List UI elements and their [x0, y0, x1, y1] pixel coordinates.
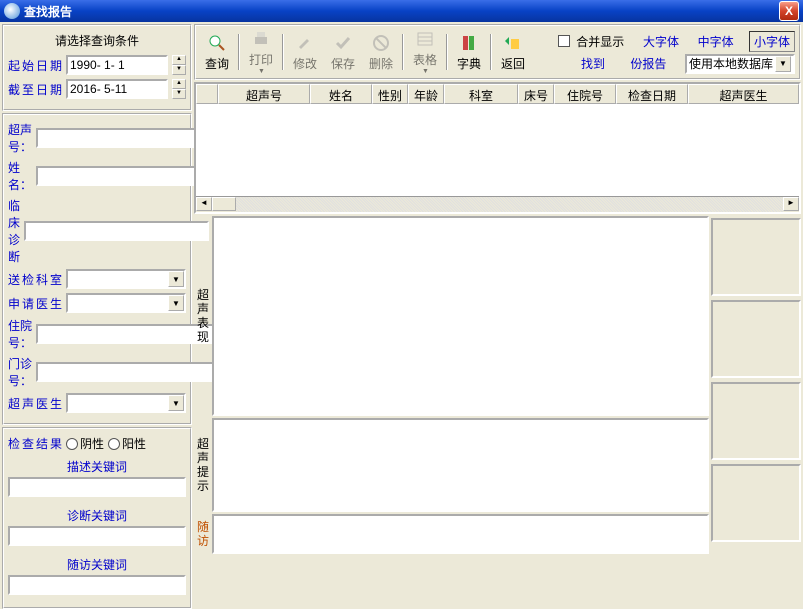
diag-label: 临床诊断 — [8, 197, 20, 265]
findings-textarea[interactable] — [212, 216, 709, 416]
kw3-input[interactable] — [8, 575, 186, 595]
pos-radio[interactable]: 阳性 — [108, 435, 146, 452]
font-medium[interactable]: 中字体 — [698, 33, 734, 50]
end-date-label: 截至日期 — [8, 81, 62, 98]
table-button[interactable]: 表格▼ — [406, 30, 444, 74]
results-grid: 超声号 姓名 性别 年龄 科室 床号 住院号 检查日期 超声医生 ◄ ► — [194, 82, 801, 214]
right-area: 查询 打印▼ 修改 保存 删除 表格▼ 字典 返回 合并显示 大字体 — [194, 24, 801, 578]
grid-header: 超声号 姓名 性别 年龄 科室 床号 住院号 检查日期 超声医生 — [196, 84, 799, 104]
reqdoc-label: 申请医生 — [8, 295, 62, 312]
image-thumb-2[interactable] — [711, 300, 801, 378]
diag-input[interactable] — [24, 221, 209, 241]
edit-button[interactable]: 修改 — [286, 30, 324, 74]
start-date-input[interactable]: 1990- 1- 1 — [66, 55, 168, 75]
us-no-label: 超声号： — [8, 121, 32, 155]
block2-label: 超声提示 — [194, 418, 212, 512]
dropdown-icon[interactable]: ▼ — [168, 395, 184, 411]
save-button[interactable]: 保存 — [324, 30, 362, 74]
col-inpat[interactable]: 住院号 — [554, 84, 616, 104]
result-label: 检查结果 — [8, 435, 62, 452]
image-thumb-1[interactable] — [711, 218, 801, 296]
font-large[interactable]: 大字体 — [643, 33, 679, 50]
kw3-label: 随访关键词 — [8, 556, 186, 573]
col-sex[interactable]: 性别 — [372, 84, 408, 104]
keywords-panel: 检查结果 阴性 阳性 描述关键词 诊断关键词 随访关键词 — [2, 427, 192, 609]
merge-label: 合并显示 — [576, 33, 624, 50]
end-date-input[interactable]: 2016- 5-11 — [66, 79, 168, 99]
search-button[interactable]: 查询 — [198, 30, 236, 74]
scroll-right-icon[interactable]: ► — [783, 197, 799, 211]
found-label: 找到 — [581, 55, 605, 72]
scroll-thumb[interactable] — [212, 197, 236, 211]
toolbar-panel: 查询 打印▼ 修改 保存 删除 表格▼ 字典 返回 合并显示 大字体 — [194, 24, 801, 80]
merge-checkbox[interactable] — [558, 35, 570, 47]
print-button[interactable]: 打印▼ — [242, 30, 280, 74]
grid-body[interactable] — [196, 104, 799, 196]
dropdown-icon[interactable]: ▼ — [775, 56, 791, 72]
inpat-label: 住院号： — [8, 317, 32, 351]
reports-label: 份报告 — [630, 55, 666, 72]
col-selector[interactable] — [196, 84, 218, 104]
block1-label: 超声表现 — [194, 216, 212, 416]
dept-combo[interactable]: ▼ — [66, 269, 186, 289]
col-name[interactable]: 姓名 — [310, 84, 372, 104]
panel-title: 请选择查询条件 — [8, 32, 186, 49]
sidebar: 请选择查询条件 起始日期 1990- 1- 1 ▲▼ 截至日期 2016- 5-… — [2, 24, 192, 578]
scroll-left-icon[interactable]: ◄ — [196, 197, 212, 211]
usdoc-label: 超声医生 — [8, 395, 62, 412]
kw2-input[interactable] — [8, 526, 186, 546]
thumbnail-column — [711, 216, 801, 578]
start-date-label: 起始日期 — [8, 57, 62, 74]
spin-up[interactable]: ▲ — [172, 79, 186, 89]
dept-label: 送检科室 — [8, 271, 62, 288]
date-panel: 请选择查询条件 起始日期 1990- 1- 1 ▲▼ 截至日期 2016- 5-… — [2, 24, 192, 111]
col-date[interactable]: 检查日期 — [616, 84, 688, 104]
col-usno[interactable]: 超声号 — [218, 84, 310, 104]
dropdown-icon[interactable]: ▼ — [168, 295, 184, 311]
spin-up[interactable]: ▲ — [172, 55, 186, 65]
close-button[interactable]: X — [779, 1, 799, 21]
delete-button[interactable]: 删除 — [362, 30, 400, 74]
outpat-label: 门诊号： — [8, 355, 32, 389]
col-bed[interactable]: 床号 — [518, 84, 554, 104]
dict-button[interactable]: 字典 — [450, 30, 488, 74]
window-title: 查找报告 — [24, 3, 779, 20]
image-thumb-3[interactable] — [711, 382, 801, 460]
db-combo[interactable]: 使用本地数据库▼ — [685, 54, 795, 74]
followup-textarea[interactable] — [212, 514, 709, 554]
col-age[interactable]: 年龄 — [408, 84, 444, 104]
usdoc-combo[interactable]: ▼ — [66, 393, 186, 413]
col-doc[interactable]: 超声医生 — [688, 84, 799, 104]
detail-area: 超声表现 超声提示 随访 — [194, 216, 801, 578]
kw1-label: 描述关键词 — [8, 458, 186, 475]
impression-textarea[interactable] — [212, 418, 709, 512]
kw2-label: 诊断关键词 — [8, 507, 186, 524]
kw1-input[interactable] — [8, 477, 186, 497]
name-label: 姓 名： — [8, 159, 32, 193]
spin-down[interactable]: ▼ — [172, 89, 186, 99]
app-icon — [4, 3, 20, 19]
image-thumb-4[interactable] — [711, 464, 801, 542]
spin-down[interactable]: ▼ — [172, 65, 186, 75]
return-button[interactable]: 返回 — [494, 30, 532, 74]
dropdown-icon[interactable]: ▼ — [168, 271, 184, 287]
neg-radio[interactable]: 阴性 — [66, 435, 104, 452]
block3-label: 随访 — [194, 514, 212, 554]
title-bar: 查找报告 X — [0, 0, 803, 22]
h-scrollbar[interactable]: ◄ ► — [196, 196, 799, 212]
font-small[interactable]: 小字体 — [749, 31, 795, 52]
scroll-track[interactable] — [236, 197, 783, 212]
reqdoc-combo[interactable]: ▼ — [66, 293, 186, 313]
col-dept[interactable]: 科室 — [444, 84, 518, 104]
fields-panel: 超声号： 姓 名： 临床诊断 送检科室 ▼ 申请医生 ▼ 住院号： 门诊号： 超声医… — [2, 113, 192, 425]
